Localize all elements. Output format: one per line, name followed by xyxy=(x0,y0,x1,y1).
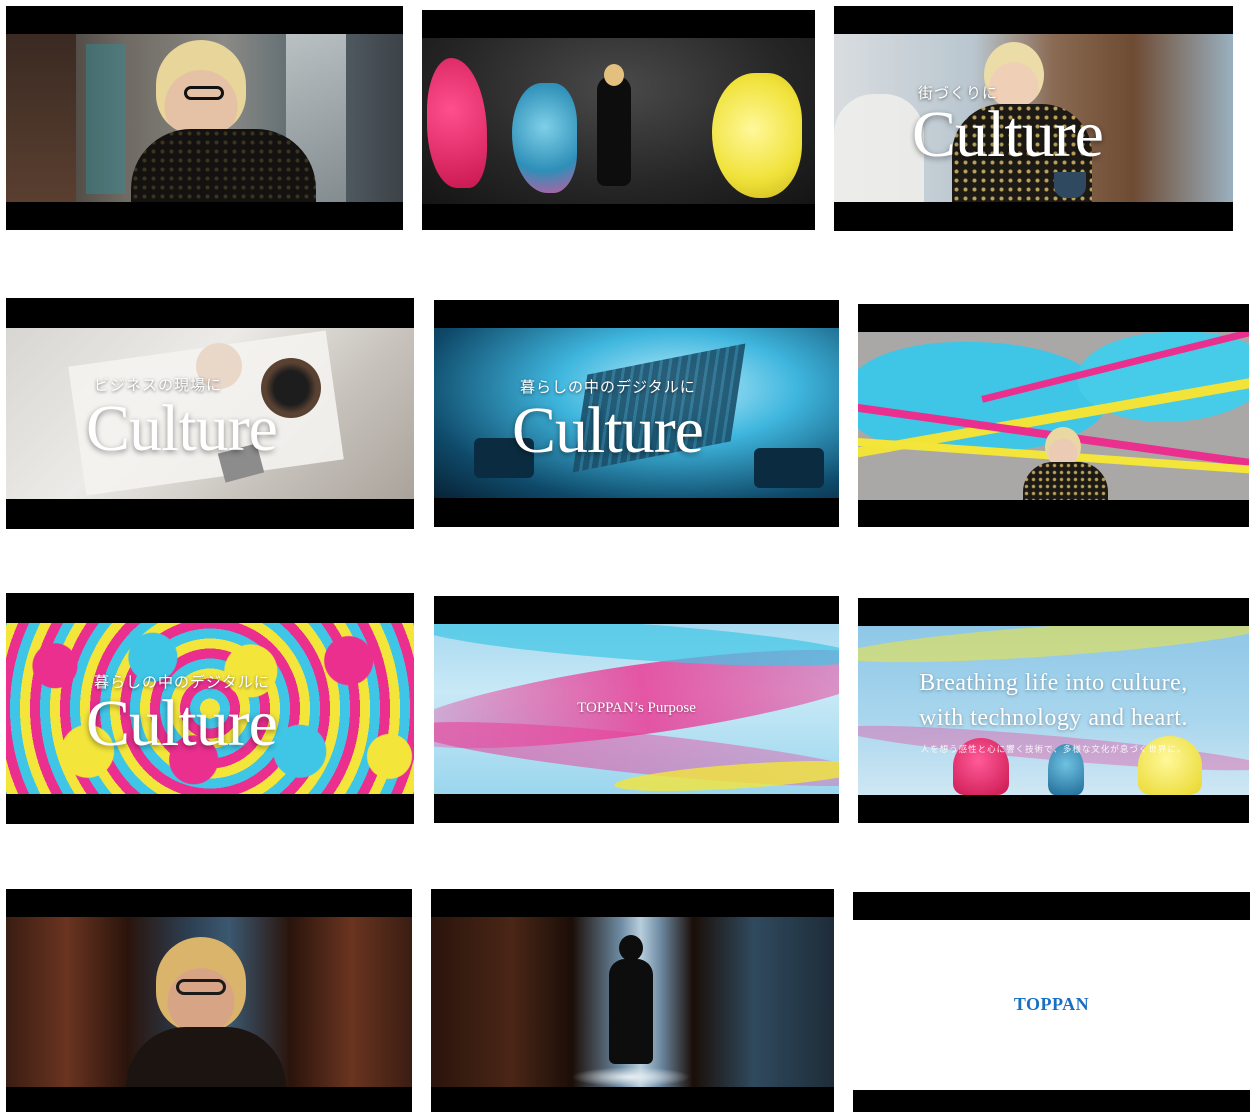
video-frame-9: Breathing life into culture, with techno… xyxy=(858,598,1249,823)
video-frame-10 xyxy=(6,889,412,1112)
person-body xyxy=(1023,462,1108,500)
glasses-icon xyxy=(184,86,224,100)
video-frame-12: TOPPAN xyxy=(853,892,1250,1112)
dancer-head xyxy=(604,64,624,86)
scene-shape xyxy=(86,44,126,194)
dancer-blue xyxy=(512,83,577,193)
glasses-icon xyxy=(176,979,226,995)
purpose-caption: TOPPAN’s Purpose xyxy=(577,700,696,716)
culture-headline: Culture xyxy=(912,98,1104,171)
scene-paint-splash xyxy=(858,332,1249,500)
culture-headline: Culture xyxy=(512,394,704,467)
silhouette-body xyxy=(609,959,653,1064)
scene-curtain-silhouette xyxy=(431,917,834,1087)
video-frame-8: TOPPAN’s Purpose xyxy=(434,596,839,823)
scene-studio-woman xyxy=(6,34,403,202)
scene-dancers xyxy=(422,38,815,204)
silhouette-head xyxy=(619,935,643,961)
video-frame-3: 街づくりに Culture xyxy=(834,6,1233,231)
video-frame-7: 暮らしの中のデジタルに Culture xyxy=(6,593,414,824)
floor-light xyxy=(571,1067,691,1087)
video-frame-6 xyxy=(858,304,1249,527)
tagline-japanese: 人を想う感性と心に響く技術で、多様な文化が息づく世界に。 xyxy=(920,745,1187,755)
culture-headline: Culture xyxy=(86,687,278,760)
dancer-yellow xyxy=(712,73,802,198)
tagline-line-2: with technology and heart. xyxy=(919,705,1188,731)
video-frame-11 xyxy=(431,889,834,1112)
video-frame-5: 暮らしの中のデジタルに Culture xyxy=(434,300,839,527)
person-body xyxy=(131,129,316,202)
toppan-logo: TOPPAN xyxy=(1013,994,1090,1014)
fabric-yellow xyxy=(858,626,1249,671)
video-frame-2 xyxy=(422,10,815,230)
person-head xyxy=(1045,427,1081,467)
dancer-black xyxy=(597,76,631,186)
scene-shape xyxy=(6,34,76,202)
person-body xyxy=(126,1027,286,1087)
culture-headline: Culture xyxy=(86,392,278,465)
tagline-line-1: Breathing life into culture, xyxy=(919,670,1188,696)
scene-curtain-portrait xyxy=(6,917,412,1087)
dancer-pink xyxy=(427,58,487,188)
video-frame-1 xyxy=(6,6,403,230)
video-frame-4: ビジネスの現場に Culture xyxy=(6,298,414,529)
